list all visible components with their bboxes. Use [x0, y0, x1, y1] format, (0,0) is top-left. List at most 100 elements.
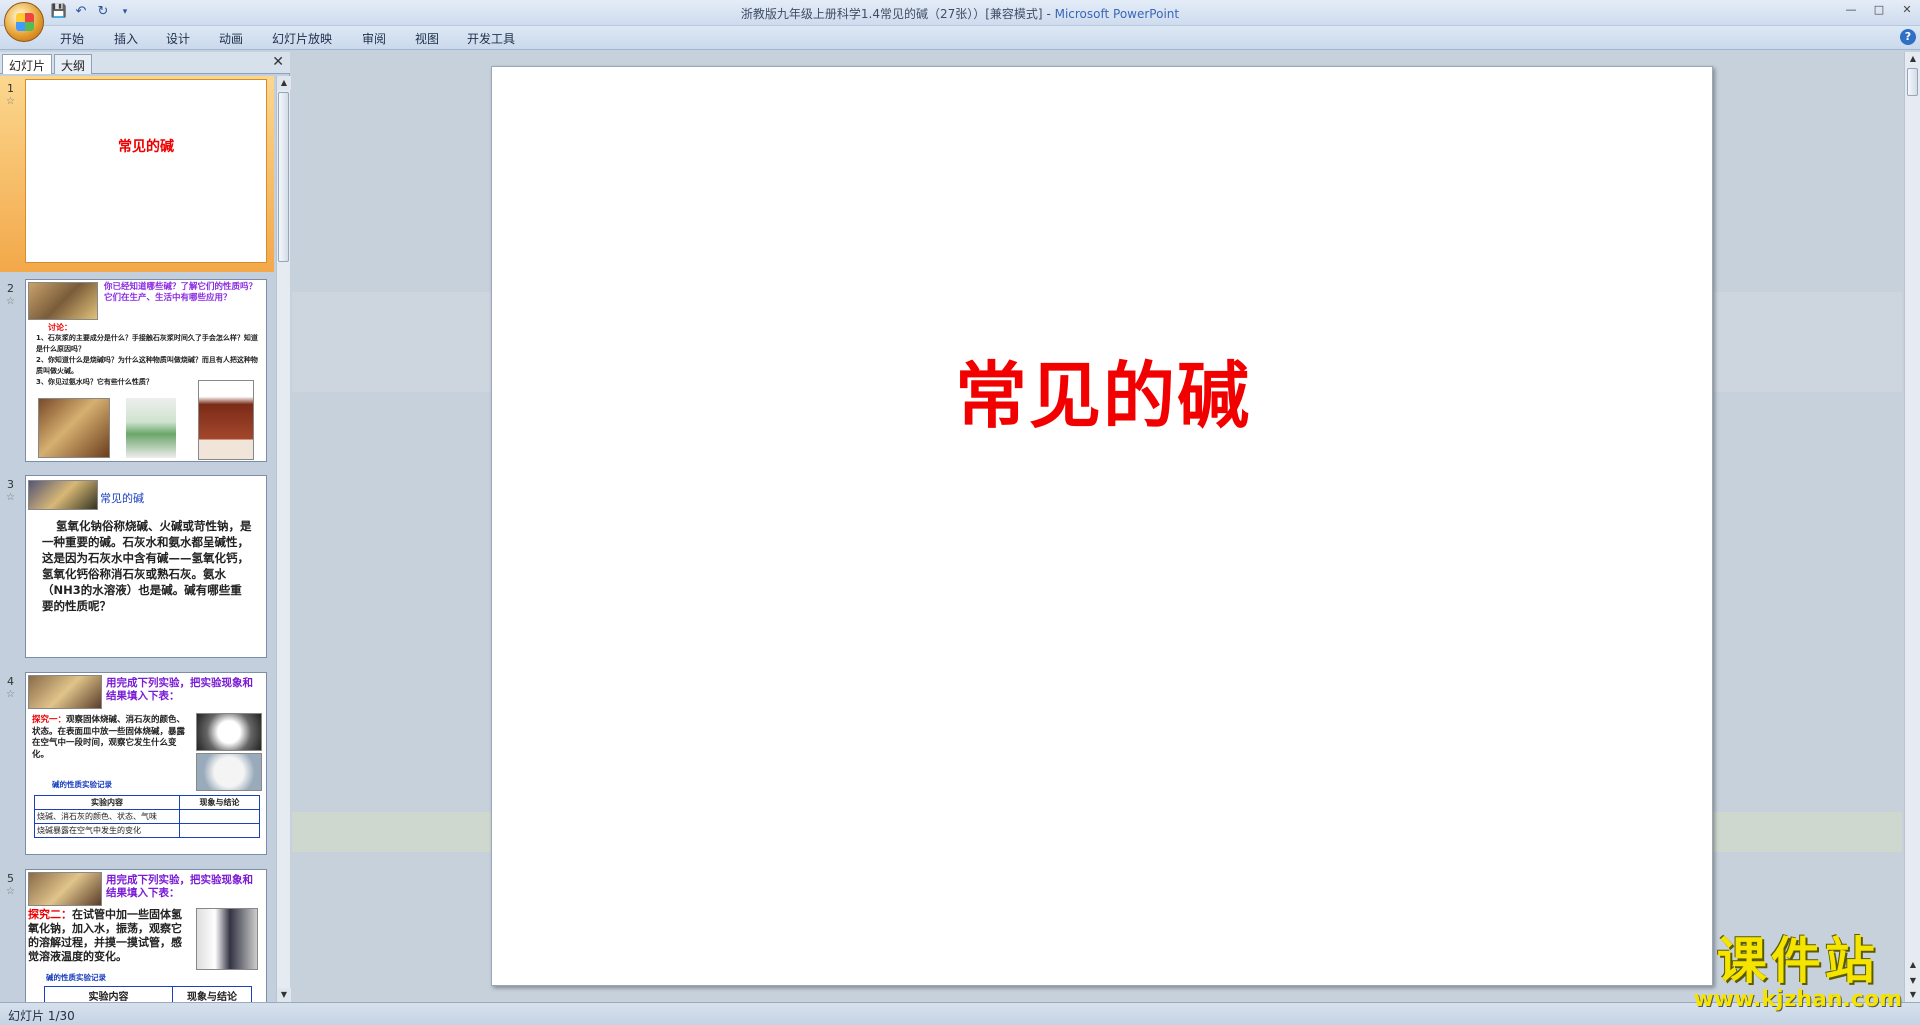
- transition-star-icon: ☆: [6, 96, 15, 107]
- slide-thumbnail[interactable]: 用完成下列实验，把实验现象和结果填入下表： 探究一：观察固体烧碱、消石灰的颜色、…: [25, 672, 267, 855]
- thumbnail-title: 常见的碱: [118, 139, 174, 155]
- thumbnail-line: 2、你知道什么是烧碱吗？为什么这种物质叫做烧碱？而且有人把这种物质叫做火碱。: [36, 356, 258, 375]
- tab-design[interactable]: 设计: [166, 30, 190, 47]
- document-name: 浙教版九年级上册科学1.4常见的碱（27张））[兼容模式]: [740, 7, 1043, 21]
- transition-star-icon: ☆: [6, 886, 15, 897]
- scroll-up-icon[interactable]: ▲: [1906, 52, 1920, 66]
- ribbon-tabs: 开始 插入 设计 动画 幻灯片放映 审阅 视图 开发工具 ?: [0, 26, 1920, 50]
- panel-tabs: 幻灯片 大纲 ✕: [0, 52, 290, 74]
- thumbnail-item-4[interactable]: 4 ☆ 用完成下列实验，把实验现象和结果填入下表： 探究一：观察固体烧碱、消石灰…: [0, 669, 274, 865]
- slide-number: 4: [7, 675, 14, 688]
- title-separator: -: [1042, 7, 1055, 21]
- slide-editing-area: 常见的碱: [292, 52, 1902, 1002]
- lime-powder-photo: [38, 398, 110, 458]
- help-icon[interactable]: ?: [1900, 29, 1916, 45]
- pellets-photo: [196, 753, 262, 791]
- slide-number: 3: [7, 478, 14, 491]
- table-cell: [179, 823, 260, 838]
- window-title: 浙教版九年级上册科学1.4常见的碱（27张））[兼容模式] - Microsof…: [0, 5, 1920, 22]
- tab-review[interactable]: 审阅: [362, 30, 386, 47]
- status-bar: 幻灯片 1/30: [0, 1002, 1920, 1025]
- close-icon[interactable]: ✕: [1900, 3, 1914, 16]
- table-cell: 烧碱暴露在空气中发生的变化: [34, 823, 180, 838]
- tab-slideshow[interactable]: 幻灯片放映: [272, 30, 332, 47]
- table-title: 碱的性质实验记录: [52, 780, 112, 789]
- current-slide[interactable]: 常见的碱: [491, 66, 1713, 986]
- app-name: Microsoft PowerPoint: [1054, 7, 1180, 21]
- table-cell: 烧碱、消石灰的颜色、状态、气味: [34, 809, 180, 824]
- tab-slides[interactable]: 幻灯片: [2, 54, 53, 74]
- scroll-down-icon[interactable]: ▼: [1906, 988, 1920, 1002]
- cartoon-image: [28, 480, 98, 510]
- thumbnail-lead: 探究二：: [28, 908, 72, 921]
- tab-animations[interactable]: 动画: [219, 30, 243, 47]
- thumbnail-discuss: 讨论：: [48, 323, 72, 332]
- thumbnail-line: 1、石灰浆的主要成分是什么？手接触石灰浆时间久了手会怎么样？知道是什么原因吗？: [36, 334, 258, 353]
- undo-icon[interactable]: ↶: [72, 3, 90, 21]
- thumbnail-item-5[interactable]: 5 ☆ 用完成下列实验，把实验现象和结果填入下表： 探究二：在试管中加一些固体氢…: [0, 866, 274, 1002]
- next-slide-icon[interactable]: ▼: [1906, 974, 1920, 988]
- office-button[interactable]: [4, 2, 44, 42]
- quick-access-toolbar: 💾 ↶ ↻ ▾: [50, 3, 134, 21]
- slide-title[interactable]: 常见的碱: [492, 337, 1714, 442]
- transition-star-icon: ☆: [6, 689, 15, 700]
- tab-developer[interactable]: 开发工具: [467, 30, 515, 47]
- thumbnail-list: 1 ☆ 常见的碱 2 ☆ 你已经知道哪些碱？了解它们的性质吗？它们在生产、生活中…: [0, 76, 274, 1002]
- window-controls: — □ ✕: [1844, 3, 1914, 16]
- table-header: 现象与结论: [179, 795, 260, 810]
- watermark-logo: 课件站 www.kjzhan.com: [1693, 921, 1902, 1012]
- scrollbar-thumb[interactable]: [278, 92, 289, 262]
- record-table: 实验内容 现象与结论: [44, 986, 252, 1002]
- record-table: 实验内容 现象与结论 烧碱、消石灰的颜色、状态、气味 烧碱暴露在空气中发生的变化: [34, 795, 260, 838]
- caustic-soda-bag-photo: [126, 398, 176, 458]
- save-icon[interactable]: 💾: [50, 3, 68, 21]
- slide-counter: 幻灯片 1/30: [8, 1009, 75, 1023]
- table-title: 碱的性质实验记录: [46, 973, 106, 982]
- thumbnail-body: 氢氧化钠俗称烧碱、火碱或苛性钠，是一种重要的碱。石灰水和氨水都呈碱性，这是因为石…: [42, 519, 252, 613]
- cartoon-image: [28, 675, 102, 709]
- thumbnail-heading: 用完成下列实验，把实验现象和结果填入下表：: [106, 677, 253, 702]
- watermark-url: www.kjzhan.com: [1693, 987, 1902, 1012]
- scrollbar-thumb[interactable]: [1907, 68, 1918, 96]
- thumbnail-heading: 用完成下列实验，把实验现象和结果填入下表：: [106, 874, 253, 899]
- slide-thumbnail[interactable]: 常见的碱 氢氧化钠俗称烧碱、火碱或苛性钠，是一种重要的碱。石灰水和氨水都呈碱性，…: [25, 475, 267, 658]
- slide-number: 1: [7, 82, 14, 95]
- transition-star-icon: ☆: [6, 296, 15, 307]
- slide-thumbnail[interactable]: 你已经知道哪些碱？了解它们的性质吗？它们在生产、生活中有哪些应用？ 讨论： 1、…: [25, 279, 267, 462]
- tab-view[interactable]: 视图: [415, 30, 439, 47]
- slides-panel: 幻灯片 大纲 ✕ 1 ☆ 常见的碱 2 ☆ 你已经知道哪些碱？了解它们的性质吗？…: [0, 52, 291, 1002]
- customize-qat-icon[interactable]: ▾: [116, 3, 134, 21]
- transition-star-icon: ☆: [6, 492, 15, 503]
- scroll-up-icon[interactable]: ▲: [277, 76, 291, 90]
- tab-home[interactable]: 开始: [60, 30, 84, 47]
- panel-close-icon[interactable]: ✕: [272, 54, 284, 70]
- main-scrollbar[interactable]: ▲ ▲ ▼ ▼: [1904, 52, 1920, 1002]
- thumbnail-scrollbar[interactable]: ▲ ▼: [276, 76, 291, 1002]
- thumbnail-heading: 常见的碱: [100, 492, 144, 505]
- thumbnail-item-2[interactable]: 2 ☆ 你已经知道哪些碱？了解它们的性质吗？它们在生产、生活中有哪些应用？ 讨论…: [0, 276, 274, 472]
- slide-thumbnail[interactable]: 常见的碱: [25, 79, 267, 263]
- slide-number: 2: [7, 282, 14, 295]
- tab-insert[interactable]: 插入: [114, 30, 138, 47]
- slide-thumbnail[interactable]: 用完成下列实验，把实验现象和结果填入下表： 探究二：在试管中加一些固体氢氧化钠，…: [25, 869, 267, 1002]
- thumbnail-lead: 探究一：: [32, 715, 67, 725]
- restore-icon[interactable]: □: [1872, 3, 1886, 16]
- ammonia-bottle-photo: [198, 380, 254, 460]
- scroll-down-icon[interactable]: ▼: [277, 988, 291, 1002]
- thumbnail-heading: 你已经知道哪些碱？了解它们的性质吗？它们在生产、生活中有哪些应用？: [104, 282, 258, 303]
- table-header: 实验内容: [44, 986, 173, 1002]
- table-header: 现象与结论: [172, 986, 252, 1002]
- tab-outline[interactable]: 大纲: [54, 54, 93, 74]
- dish-photo: [196, 713, 262, 751]
- office-logo-icon: [16, 13, 34, 31]
- redo-icon[interactable]: ↻: [94, 3, 112, 21]
- previous-slide-icon[interactable]: ▲: [1906, 958, 1920, 972]
- thumbnail-item-1[interactable]: 1 ☆ 常见的碱: [0, 76, 274, 272]
- minimize-icon[interactable]: —: [1844, 3, 1858, 16]
- cartoon-image: [28, 282, 98, 320]
- watermark-text: 课件站: [1716, 932, 1879, 990]
- cartoon-image: [28, 872, 102, 906]
- thumbnail-item-3[interactable]: 3 ☆ 常见的碱 氢氧化钠俗称烧碱、火碱或苛性钠，是一种重要的碱。石灰水和氨水都…: [0, 472, 274, 668]
- title-bar: 浙教版九年级上册科学1.4常见的碱（27张））[兼容模式] - Microsof…: [0, 0, 1920, 26]
- table-cell: [179, 809, 260, 824]
